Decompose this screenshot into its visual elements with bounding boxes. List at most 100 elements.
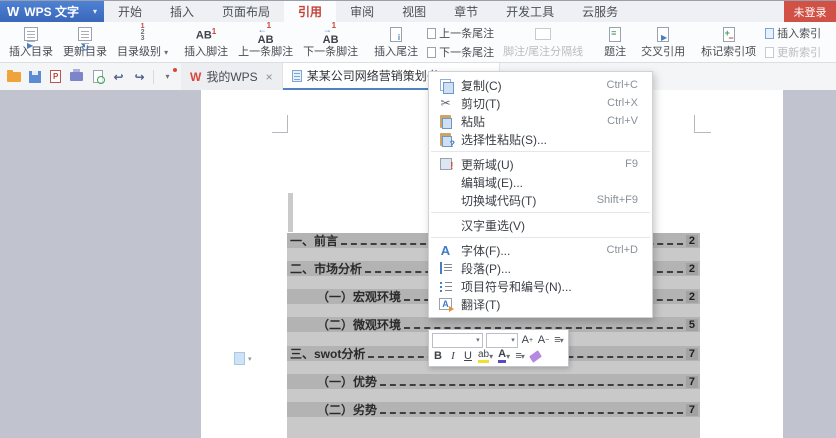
mail-button[interactable]: 邮件 <box>831 24 836 61</box>
close-icon[interactable]: × <box>266 70 273 84</box>
tab-my-wps[interactable]: W 我的WPS × <box>181 63 283 90</box>
toc-entry[interactable]: （一）优势7 <box>287 374 700 389</box>
menu-item-toggle-field-codes[interactable]: 切换域代码(T) Shift+F9 <box>429 191 652 209</box>
toc-level-button[interactable]: 123 目录级别 ▾ <box>112 24 173 61</box>
chevron-down-icon: ▾ <box>521 352 525 361</box>
menu-item-bullets-numbering[interactable]: 项目符号和编号(N)... <box>429 277 652 295</box>
underline-button[interactable]: U <box>462 349 474 364</box>
italic-button[interactable]: I <box>447 349 459 364</box>
mini-format-toolbar: ▾ ▾ A+ A− ≡▾ B I U ab▾ A▾ ≡▾ <box>428 329 569 367</box>
dot-leader <box>404 321 683 329</box>
wps-writer-window: { "titlebar": { "logo": "W", "app_name":… <box>0 0 836 438</box>
insert-footnote-button[interactable]: AB1 插入脚注 <box>179 24 233 61</box>
ribbon-group-toc: ▶ 插入目录 ↻ 更新目录 123 目录级别 ▾ <box>4 24 173 61</box>
menu-item-copy[interactable]: 复制(C) Ctrl+C <box>429 76 652 94</box>
tab-insert[interactable]: 插入 <box>156 1 208 22</box>
tab-section[interactable]: 章节 <box>440 1 492 22</box>
margin-mark-left <box>272 115 288 133</box>
login-button[interactable]: 未登录 <box>784 1 836 22</box>
quick-access-bar: ↩ ↪ ▾ W 我的WPS × 某某公司网络营销策划书.docx * × + <box>0 63 836 90</box>
font-size-select[interactable]: ▾ <box>486 333 518 348</box>
document-workspace[interactable]: 一、前言2 二、市场分析2 （一）宏观环境2 （二）微观环境5 三、swot分析… <box>0 90 836 438</box>
menu-item-translate[interactable]: A 翻译(T) <box>429 295 652 313</box>
caption-button[interactable]: ≡ 题注 <box>594 24 636 61</box>
document-icon <box>292 70 302 82</box>
menu-item-font[interactable]: A 字体(F)... Ctrl+D <box>429 241 652 259</box>
shrink-font-button[interactable]: A− <box>537 333 550 348</box>
menu-item-hanzi-reselect[interactable]: 汉字重选(V) <box>429 216 652 234</box>
ribbon-group-mail: 邮件 <box>831 24 836 61</box>
menu-item-update-field[interactable]: 更新域(U) F9 <box>429 155 652 173</box>
endnote-icon: i <box>390 27 402 42</box>
mark-index-icon: +− <box>723 27 735 42</box>
next-footnote-button[interactable]: →1AB 下一条脚注 <box>298 24 363 61</box>
ribbon-group-endnote: i 插入尾注 上一条尾注 下一条尾注 脚注/尾注分隔线 <box>369 24 588 61</box>
export-pdf-button[interactable] <box>48 69 63 84</box>
menu-item-paste[interactable]: 粘贴 Ctrl+V <box>429 112 652 130</box>
insert-index-icon <box>765 28 774 39</box>
ribbon-group-caption: ≡ 题注 ▶ 交叉引用 <box>594 24 690 61</box>
bullet-list-icon <box>440 280 452 292</box>
toc-list-icon: ▶ <box>24 27 38 41</box>
menu-separator <box>431 212 650 213</box>
mark-index-button[interactable]: +− 标记索引项 <box>696 24 761 61</box>
tab-review[interactable]: 审阅 <box>336 1 388 22</box>
paste-special-icon <box>440 133 451 146</box>
caption-icon: ≡ <box>609 27 621 42</box>
bold-button[interactable]: B <box>432 349 444 364</box>
footnote-separator-button: 脚注/尾注分隔线 <box>498 24 588 61</box>
menu-item-paste-special[interactable]: 选择性粘贴(S)... <box>429 130 652 148</box>
next-endnote-icon <box>427 47 436 58</box>
menu-item-cut[interactable]: ✂ 剪切(T) Ctrl+X <box>429 94 652 112</box>
line-spacing-button[interactable]: ≡▾ <box>553 333 565 348</box>
customize-toolbar-button[interactable]: ▾ <box>160 69 175 84</box>
tab-dev-tools[interactable]: 开发工具 <box>492 1 568 22</box>
menu-item-edit-field[interactable]: 编辑域(E)... <box>429 173 652 191</box>
tab-view[interactable]: 视图 <box>388 1 440 22</box>
menu-item-paragraph[interactable]: 段落(P)... <box>429 259 652 277</box>
tab-home[interactable]: 开始 <box>104 1 156 22</box>
highlight-color-button[interactable]: ab▾ <box>477 349 494 364</box>
save-button[interactable] <box>27 69 42 84</box>
update-toc-button[interactable]: ↻ 更新目录 <box>58 24 112 61</box>
wps-app-button[interactable]: W WPS 文字 ▾ <box>0 1 104 22</box>
separator-line-icon <box>535 28 551 40</box>
alignment-button[interactable]: ≡▾ <box>514 349 526 364</box>
font-name-select[interactable]: ▾ <box>432 333 483 348</box>
prev-footnote-button[interactable]: ←1AB 上一条脚注 <box>233 24 298 61</box>
update-index-button: 更新索引 <box>765 44 821 60</box>
undo-button[interactable]: ↩ <box>111 69 126 84</box>
ribbon-group-index: +− 标记索引项 插入索引 更新索引 <box>696 24 825 61</box>
toc-field-button[interactable]: ▾ <box>234 352 252 365</box>
update-toc-icon: ↻ <box>78 27 92 41</box>
print-preview-button[interactable] <box>90 69 105 84</box>
insert-toc-button[interactable]: ▶ 插入目录 <box>4 24 58 61</box>
menu-separator <box>431 151 650 152</box>
insert-endnote-button[interactable]: i 插入尾注 <box>369 24 423 61</box>
redo-button[interactable]: ↪ <box>132 69 147 84</box>
scissors-icon: ✂ <box>438 96 453 110</box>
chevron-down-icon: ▾ <box>164 48 168 57</box>
prev-endnote-button[interactable]: 上一条尾注 <box>427 25 494 41</box>
print-preview-icon <box>93 70 103 83</box>
ribbon-group-footnote: AB1 插入脚注 ←1AB 上一条脚注 →1AB 下一条脚注 <box>179 24 363 61</box>
translate-icon: A <box>439 298 452 310</box>
next-endnote-button[interactable]: 下一条尾注 <box>427 44 494 60</box>
grow-font-button[interactable]: A+ <box>521 333 534 348</box>
wps-w-icon: W <box>190 70 201 84</box>
update-index-icon <box>765 47 774 58</box>
printer-icon <box>70 72 83 81</box>
font-icon: A <box>438 243 453 258</box>
update-field-icon <box>440 158 452 170</box>
pdf-icon <box>50 70 61 83</box>
font-color-button[interactable]: A▾ <box>497 349 511 364</box>
toc-entry[interactable]: （二）劣势7 <box>287 402 700 417</box>
ribbon-tab-strip: 开始 插入 页面布局 引用 审阅 视图 章节 开发工具 云服务 <box>104 1 632 22</box>
insert-index-button[interactable]: 插入索引 <box>765 25 821 41</box>
print-button[interactable] <box>69 69 84 84</box>
folder-icon <box>7 72 21 82</box>
cross-reference-button[interactable]: ▶ 交叉引用 <box>636 24 690 61</box>
tab-cloud[interactable]: 云服务 <box>568 1 632 22</box>
open-file-button[interactable] <box>6 69 21 84</box>
format-painter-button[interactable] <box>529 349 541 364</box>
